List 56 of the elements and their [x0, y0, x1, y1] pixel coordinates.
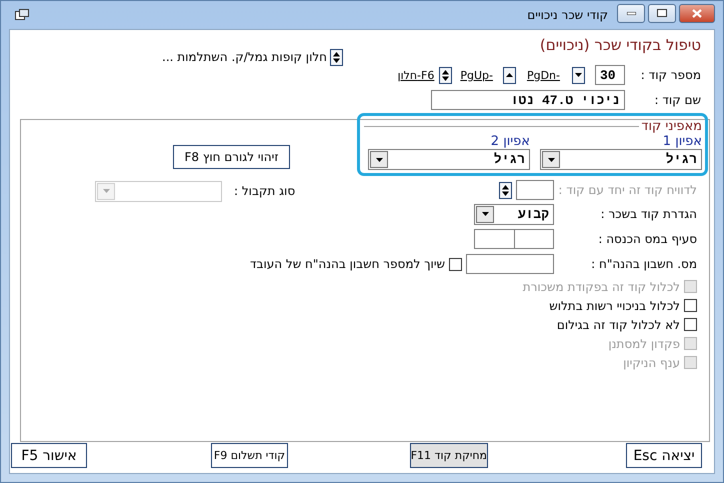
code-field[interactable]: 30 [595, 65, 625, 85]
close-icon [692, 8, 702, 18]
caret-icon [102, 189, 110, 193]
form-heading: טיפול בקודי שכר (ניכויים) [540, 36, 701, 54]
option-label: אפיון 2 [490, 134, 530, 149]
spinner-icon[interactable] [439, 66, 452, 84]
name-label: שם קוד : [654, 93, 701, 107]
action-button[interactable]: יציאה Esc [626, 443, 702, 468]
account-label: מס. חשבון בהנה"ח : [590, 257, 697, 271]
up-caret-icon [506, 73, 513, 77]
receipt-type-label: סוג תקבול : [234, 184, 296, 198]
option-label: אפיון 1 [662, 134, 702, 149]
report-with-label: לדוויח קוד זה יחד עם קוד : [557, 183, 697, 197]
funds-window-link[interactable]: חלון קופות גמל/ק. השתלמות ... [162, 50, 327, 64]
salary-definition-select[interactable]: קבוע [474, 204, 554, 224]
minimize-button[interactable] [617, 4, 645, 22]
tax-section-label: סעיף במס הכנסה : [597, 232, 697, 246]
group-title: מאפיני קוד [641, 118, 702, 134]
checkbox-label: פקדון למסתנן [608, 336, 680, 350]
maximize-button[interactable] [648, 4, 676, 22]
external-id-button[interactable]: זיהוי לגורם חוץ F8 [173, 145, 290, 169]
close-button[interactable] [679, 4, 715, 22]
name-field[interactable]: ניכוי ט.47 נטו [431, 90, 625, 110]
action-button[interactable]: אישור F5 [11, 443, 87, 468]
app-icon [15, 9, 29, 21]
next-page-link[interactable]: PgDn- [526, 68, 560, 82]
window-title: קודי שכר ניכויים [527, 8, 608, 22]
option-select[interactable]: רגיל [540, 149, 702, 170]
checkbox-label: שיוך למספר חשבון בהנה"ח של העובד [250, 257, 445, 271]
tax-subsection-field[interactable] [474, 229, 515, 249]
window-link[interactable]: חלון-F6 [398, 68, 434, 82]
checkbox-label: לכלול קוד זה בפקודת משכורת [522, 280, 680, 294]
caret-icon [548, 158, 554, 162]
up-button[interactable] [502, 66, 516, 84]
action-button[interactable]: קודי תשלום F9 [211, 443, 288, 468]
spinner-icon[interactable] [499, 182, 512, 198]
account-field[interactable] [466, 254, 554, 274]
minimize-icon [626, 12, 636, 14]
maximize-icon [657, 9, 667, 17]
tax-section-field[interactable] [514, 229, 554, 249]
dropdown-button[interactable] [572, 66, 585, 84]
salary-definition-label: הגדרת קוד בשכר : [600, 207, 697, 221]
option-select[interactable]: רגיל [368, 149, 530, 170]
checkbox[interactable] [449, 258, 462, 270]
caret-icon [482, 212, 488, 216]
spinner-icon[interactable] [330, 48, 343, 66]
prev-page-link[interactable]: PgUp- [460, 68, 493, 82]
checkbox-label: ענף הניקיון [623, 356, 680, 370]
caret-icon [376, 158, 382, 162]
checkbox[interactable] [684, 318, 697, 331]
code-label: מספר קוד : [640, 68, 701, 82]
caret-icon [575, 73, 582, 77]
checkbox[interactable] [684, 299, 697, 312]
checkbox-label: לכלול בניכויי רשות בתלוש [549, 298, 680, 312]
action-button[interactable]: מחיקת קוד F11 [410, 443, 488, 468]
checkbox-label: לא לכלול קוד זה בגילום [556, 318, 680, 332]
